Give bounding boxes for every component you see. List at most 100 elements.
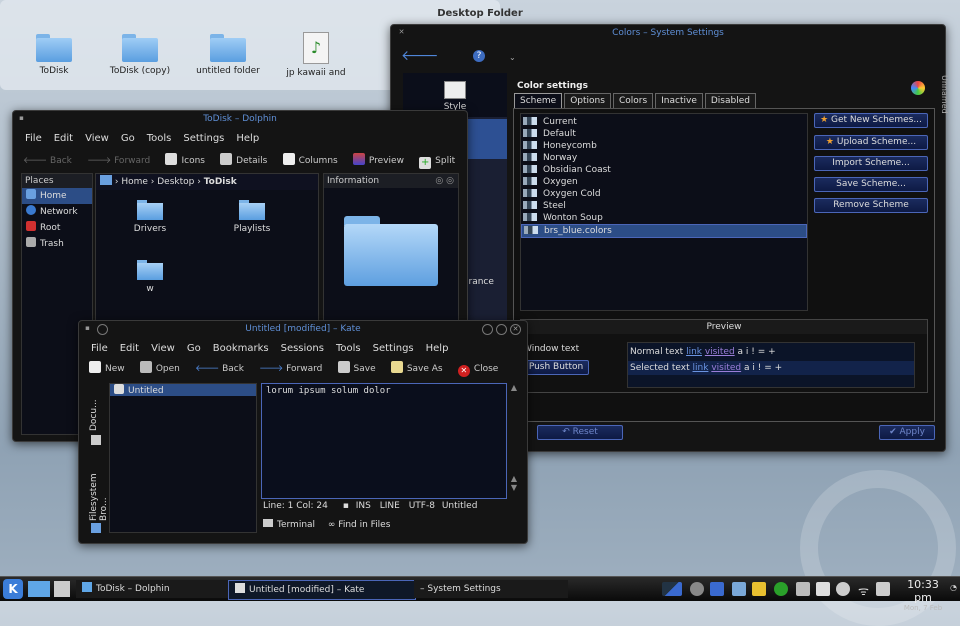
close-icon[interactable]: ✕ — [397, 28, 406, 37]
menu-file[interactable]: File — [91, 343, 108, 354]
preview-push-button[interactable]: Push Button — [523, 360, 589, 375]
menu-settings[interactable]: Settings — [183, 133, 224, 144]
breadcrumb-todisk[interactable]: ToDisk — [204, 177, 237, 187]
menu-sessions[interactable]: Sessions — [281, 343, 324, 354]
scheme-item-oxygen-cold[interactable]: Oxygen Cold — [521, 188, 807, 200]
side-tab-filesystem-browser[interactable]: Filesystem Bro... — [89, 449, 109, 521]
save-button[interactable]: Save — [337, 359, 376, 379]
menu-go[interactable]: Go — [187, 343, 201, 354]
help-icon[interactable]: ? — [473, 50, 485, 62]
save-as-button[interactable]: Save As — [390, 359, 443, 379]
place-network[interactable]: Network — [22, 204, 92, 220]
insert-mode[interactable]: INS — [356, 501, 371, 511]
scheme-item-current[interactable]: Current — [521, 116, 807, 128]
forward-button[interactable]: 🡒 Forward — [259, 359, 322, 379]
side-tab-unnamed[interactable]: Unnamed — [939, 75, 949, 135]
task-dolphin[interactable]: ToDisk – Dolphin — [76, 580, 228, 598]
open-button[interactable]: Open — [139, 359, 180, 379]
scheme-item-oxygen[interactable]: Oxygen — [521, 176, 807, 188]
side-tab-documents[interactable]: Docu... — [89, 381, 99, 431]
menu-help[interactable]: Help — [426, 343, 449, 354]
menu-view[interactable]: View — [85, 133, 109, 144]
close-icon[interactable]: ✕ — [510, 324, 521, 335]
breadcrumb-home[interactable]: Home — [121, 177, 148, 187]
scheme-item-wonton-soup[interactable]: Wonton Soup — [521, 212, 807, 224]
back-button[interactable]: 🡐 Back — [23, 151, 72, 171]
place-home[interactable]: Home — [22, 188, 92, 204]
terminal-tab[interactable]: Terminal — [263, 519, 315, 530]
display-icon[interactable] — [732, 582, 746, 596]
apply-button[interactable]: ✔ Apply — [879, 425, 935, 440]
scissors-icon[interactable] — [796, 582, 810, 596]
import-scheme-button[interactable]: Import Scheme... — [814, 156, 928, 171]
find-in-files-tab[interactable]: ∞ Find in Files — [328, 520, 391, 530]
document-item-untitled[interactable]: Untitled — [110, 384, 256, 396]
panel-controls-icon[interactable]: ◎ ◎ — [435, 174, 454, 188]
task-system-settings[interactable]: – System Settings — [414, 580, 568, 598]
pager-icon[interactable] — [662, 582, 682, 596]
menu-help[interactable]: Help — [236, 133, 259, 144]
maximize-icon[interactable] — [496, 324, 507, 335]
device-notifier-icon[interactable] — [816, 582, 830, 596]
scheme-item-norway[interactable]: Norway — [521, 152, 807, 164]
desktop-item-todisk-copy[interactable]: ToDisk (copy) — [100, 34, 180, 76]
scheme-item-default[interactable]: Default — [521, 128, 807, 140]
menu-bookmarks[interactable]: Bookmarks — [213, 343, 269, 354]
selection-mode[interactable]: LINE — [380, 501, 400, 511]
place-root[interactable]: Root — [22, 220, 92, 236]
menu-go[interactable]: Go — [121, 133, 135, 144]
columns-view-button[interactable]: Columns — [282, 151, 338, 171]
reset-button[interactable]: ↶ Reset — [537, 425, 623, 440]
tab-colors[interactable]: Colors — [612, 93, 654, 108]
menu-settings[interactable]: Settings — [373, 343, 414, 354]
scheme-list[interactable]: Current Default Honeycomb Norway Obsidia… — [520, 113, 808, 311]
kde-menu-icon[interactable]: K — [3, 579, 23, 599]
new-button[interactable]: New — [89, 359, 125, 379]
battery-icon[interactable] — [876, 582, 890, 596]
scheme-item-obsidian-coast[interactable]: Obsidian Coast — [521, 164, 807, 176]
window-menu-icon[interactable]: ▪ — [83, 324, 92, 333]
menu-edit[interactable]: Edit — [54, 133, 73, 144]
icons-view-button[interactable]: Icons — [165, 151, 205, 171]
clock[interactable]: 10:33 pm Mon, 7 Feb — [898, 578, 948, 612]
info-icon[interactable] — [690, 582, 704, 596]
forward-button[interactable]: 🡒 Forward — [87, 151, 150, 171]
tab-options[interactable]: Options — [564, 93, 611, 108]
home-icon[interactable] — [100, 175, 112, 185]
encoding[interactable]: UTF-8 — [409, 501, 435, 511]
tab-scheme[interactable]: Scheme — [514, 93, 563, 108]
chevron-down-icon[interactable]: ⌄ — [509, 53, 516, 62]
desktop-item-todisk[interactable]: ToDisk — [14, 34, 94, 76]
desktop-item-untitled-folder[interactable]: untitled folder — [188, 34, 268, 76]
menu-tools[interactable]: Tools — [147, 133, 172, 144]
menu-file[interactable]: File — [25, 133, 42, 144]
preview-button[interactable]: Preview — [352, 151, 404, 171]
menu-tools[interactable]: Tools — [336, 343, 361, 354]
file-item-drivers[interactable]: Drivers — [120, 200, 180, 234]
shield-icon[interactable] — [710, 582, 724, 596]
upload-scheme-button[interactable]: ★ Upload Scheme... — [814, 135, 928, 150]
details-view-button[interactable]: Details — [220, 151, 267, 171]
task-kate[interactable]: Untitled [modified] – Kate — [228, 580, 416, 600]
notes-icon[interactable] — [752, 582, 766, 596]
split-button[interactable]: + Split — [419, 151, 455, 171]
wifi-icon[interactable]: ᯤ — [858, 582, 872, 598]
remove-scheme-button[interactable]: Remove Scheme — [814, 198, 928, 213]
volume-icon[interactable] — [836, 582, 850, 596]
back-arrow-icon[interactable]: 🡐 — [401, 48, 439, 64]
save-scheme-button[interactable]: Save Scheme... — [814, 177, 928, 192]
get-new-schemes-button[interactable]: ★ Get New Schemes... — [814, 113, 928, 128]
editor-area[interactable]: lorum ipsum solum dolor — [261, 383, 507, 499]
place-trash[interactable]: Trash — [22, 236, 92, 252]
desktop-item-audio[interactable]: ♪ jp kawaii and — [276, 32, 356, 78]
tab-inactive[interactable]: Inactive — [655, 93, 703, 108]
tab-disabled[interactable]: Disabled — [704, 93, 756, 108]
file-item-w[interactable]: w — [120, 260, 180, 294]
scheme-item-steel[interactable]: Steel — [521, 200, 807, 212]
breadcrumb-desktop[interactable]: Desktop — [157, 177, 194, 187]
close-document-button[interactable]: ✕ Close — [457, 359, 498, 379]
back-button[interactable]: 🡐 Back — [195, 359, 244, 379]
sticky-icon[interactable] — [97, 324, 108, 335]
scheme-item-brs-blue[interactable]: brs_blue.colors — [521, 224, 807, 238]
show-desktop-icon[interactable] — [54, 581, 70, 597]
